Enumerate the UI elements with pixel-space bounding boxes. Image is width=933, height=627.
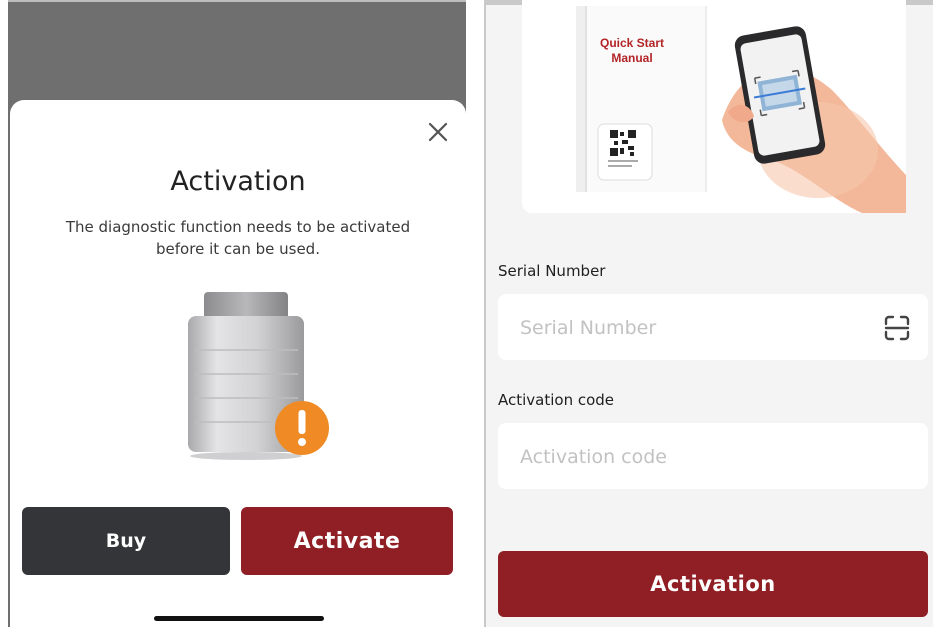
phone-scanning-icon <box>722 26 906 213</box>
activation-submit-button[interactable]: Activation <box>498 551 928 617</box>
serial-number-input[interactable] <box>518 294 862 362</box>
activate-button[interactable]: Activate <box>241 507 453 575</box>
activation-code-input[interactable] <box>518 423 862 491</box>
manual-title-line-2: Manual <box>611 51 652 65</box>
frame-top-border <box>8 0 466 2</box>
home-indicator <box>154 616 324 621</box>
close-icon[interactable] <box>426 120 450 144</box>
buy-button[interactable]: Buy <box>22 507 230 575</box>
obd-connector-icon <box>188 292 329 460</box>
activation-code-field-container <box>498 423 928 491</box>
frame-left-border <box>484 0 486 627</box>
dialog-description: The diagnostic function needs to be acti… <box>65 218 411 258</box>
activation-code-label: Activation code <box>498 391 615 409</box>
exclamation-badge-icon <box>275 401 329 455</box>
quick-start-manual-illustration: Quick Start Manual <box>576 6 906 213</box>
serial-number-field-container <box>498 294 928 362</box>
dialog-title: Activation <box>170 166 306 197</box>
scan-icon[interactable] <box>882 313 912 343</box>
activation-form-screen: Quick Start Manual Serial Number Serial … <box>484 0 933 627</box>
quick-start-illustration: Quick Start Manual <box>522 0 906 213</box>
activation-dialog: Activation The diagnostic function needs… <box>10 100 466 627</box>
activation-dialog-screen: Activation The diagnostic function needs… <box>8 0 466 627</box>
serial-number-label: Serial Number <box>498 262 606 280</box>
manual-title-line-1: Quick Start <box>600 36 664 50</box>
